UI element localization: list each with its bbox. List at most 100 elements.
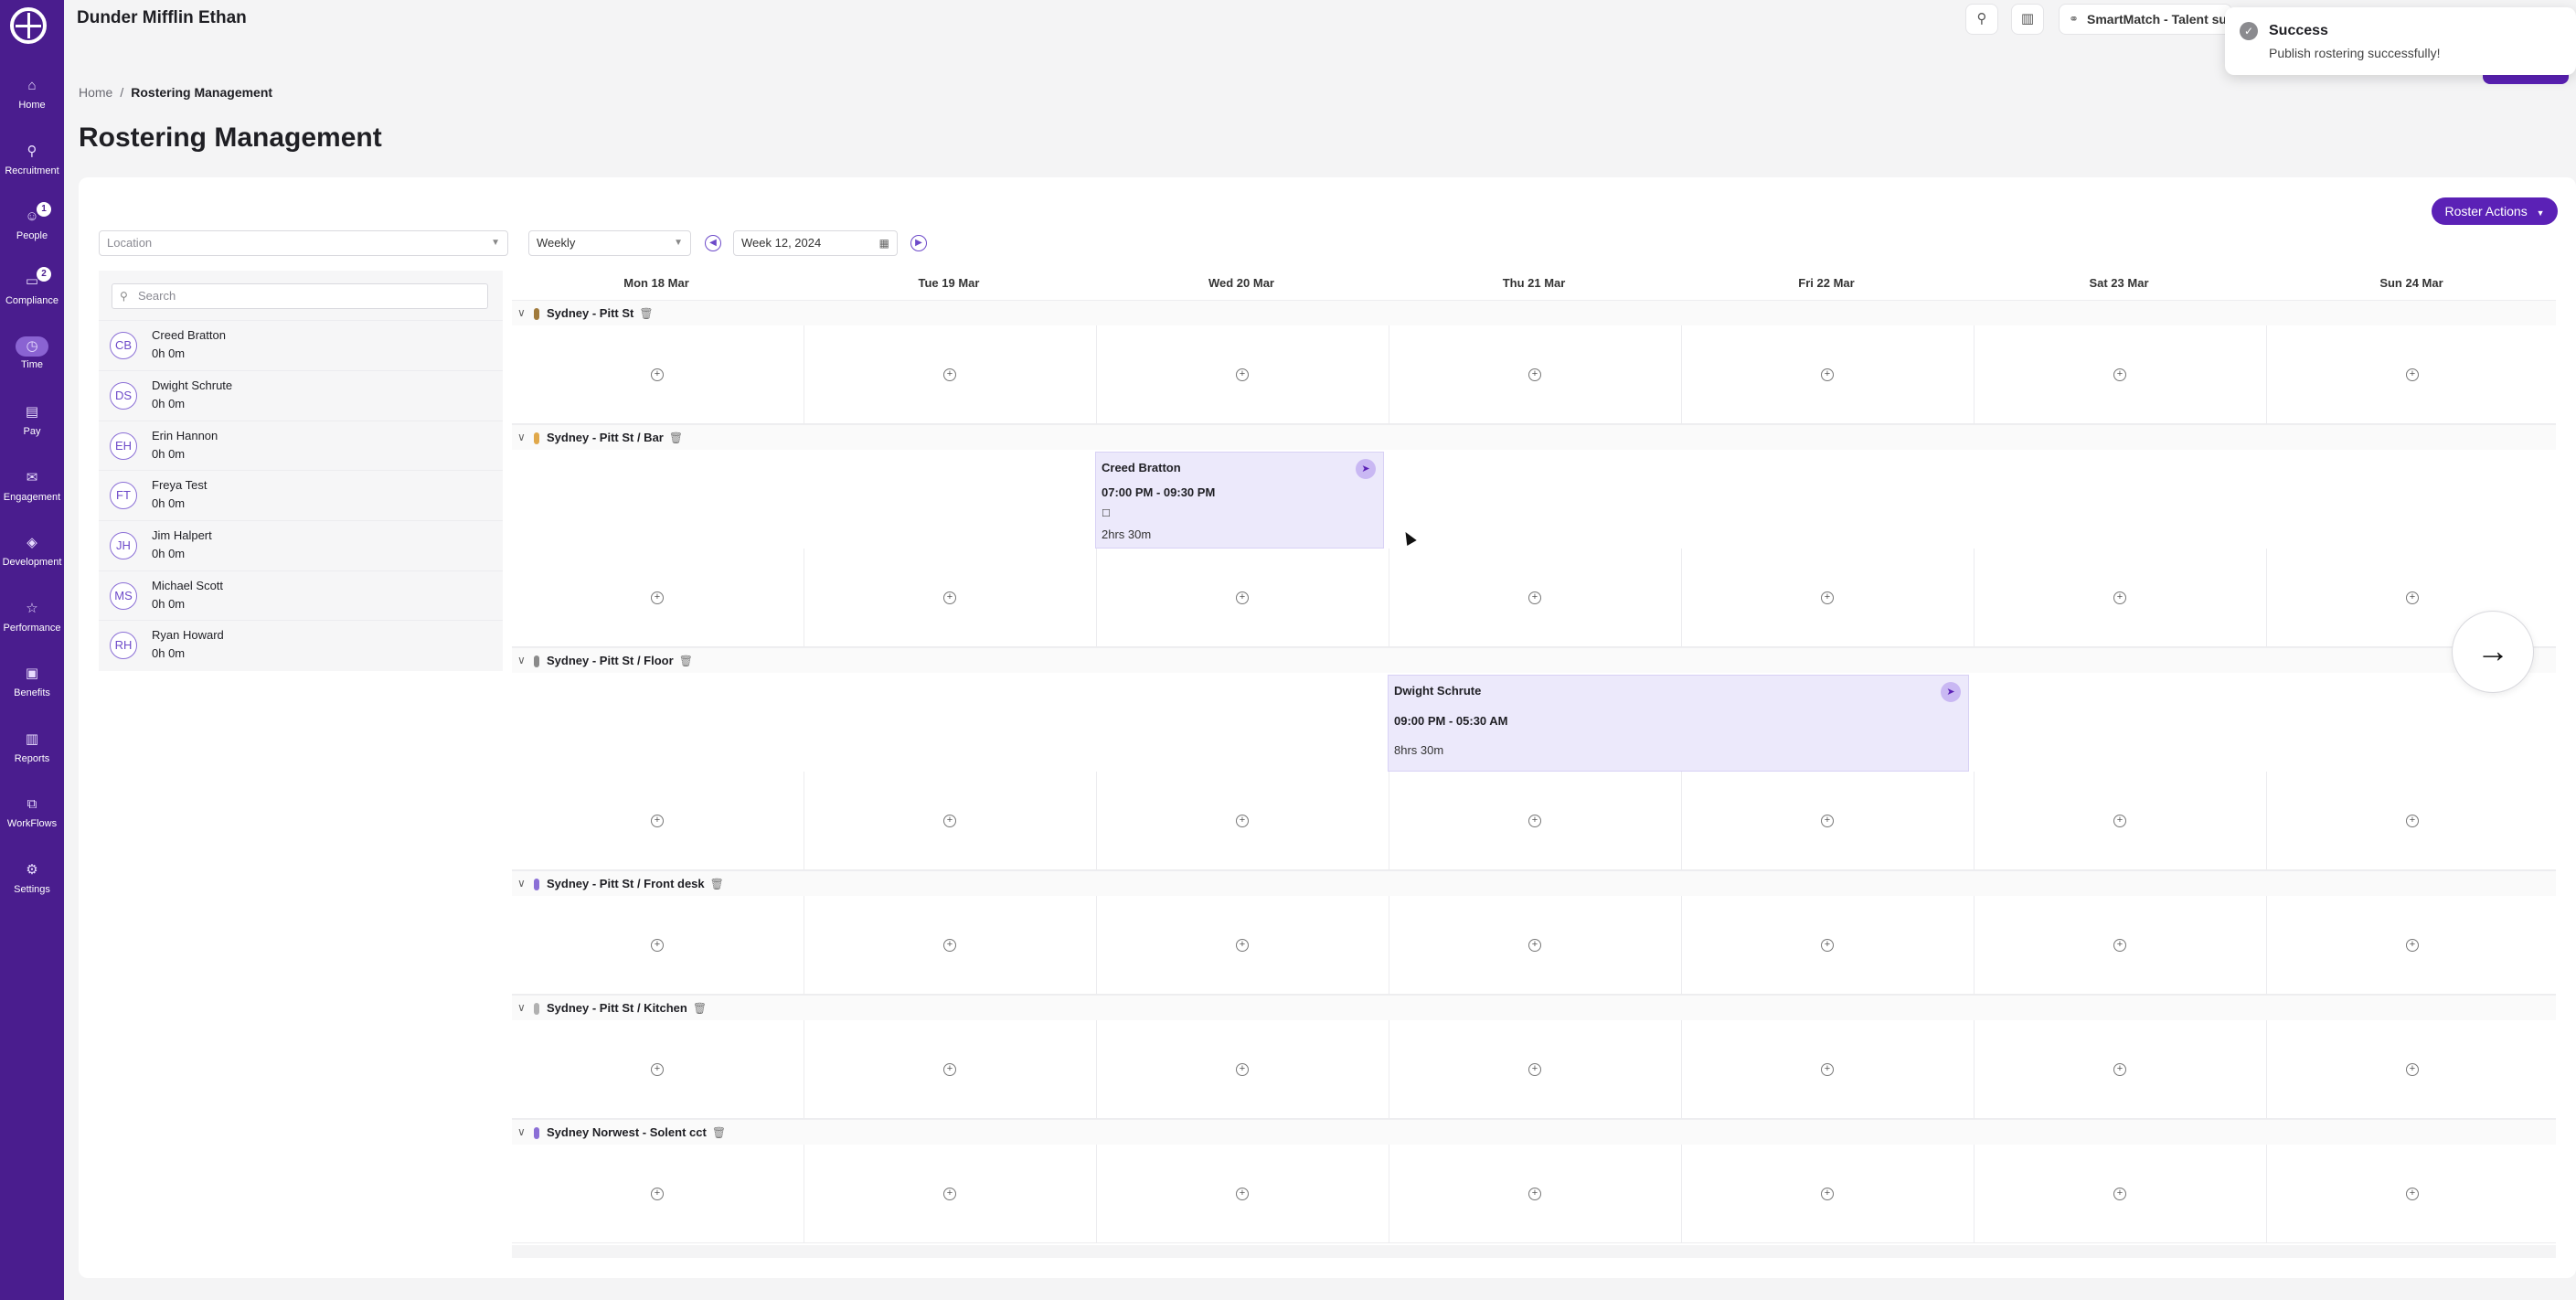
roster-actions-button[interactable]: Roster Actions ▼ [2432, 197, 2558, 225]
chevron-down-icon[interactable]: ∨ [517, 877, 526, 890]
staff-row[interactable]: RH Ryan Howard 0h 0m [99, 620, 503, 669]
section-header[interactable]: ∨ Sydney - Pitt St / Kitchen 🗑 [512, 995, 2556, 1020]
org-name[interactable]: Dunder Mifflin Ethan [77, 8, 247, 28]
roster-cell[interactable]: + [1975, 772, 2267, 869]
add-shift-icon[interactable]: + [1236, 815, 1249, 827]
roster-cell[interactable]: + [1097, 1145, 1389, 1242]
add-shift-icon[interactable]: + [2113, 939, 2126, 952]
search-button[interactable]: ⚲ [1965, 4, 1998, 35]
staff-search-input[interactable]: ⚲ Search [112, 283, 488, 309]
add-shift-icon[interactable]: + [2113, 1063, 2126, 1076]
prev-week-button[interactable]: ◀ [705, 235, 721, 251]
sidebar-item-benefits[interactable]: ▣ Benefits [0, 657, 64, 712]
roster-cell[interactable]: + [1682, 549, 1975, 646]
sidebar-item-reports[interactable]: ▥ Reports [0, 723, 64, 778]
trash-icon[interactable]: 🗑 [669, 432, 683, 444]
add-shift-icon[interactable]: + [651, 815, 664, 827]
sidebar-item-settings[interactable]: ⚙ Settings [0, 854, 64, 909]
sidebar-item-workflows[interactable]: ⧉ WorkFlows [0, 788, 64, 843]
roster-cell[interactable]: + [1097, 1020, 1389, 1118]
trash-icon[interactable]: 🗑 [710, 878, 724, 890]
week-picker[interactable]: Week 12, 2024 ▦ [733, 230, 898, 256]
sidebar-item-time[interactable]: ◷ Time [0, 331, 64, 386]
sidebar-item-engagement[interactable]: ✉ Engagement [0, 462, 64, 517]
add-shift-icon[interactable]: + [1528, 815, 1541, 827]
roster-cell[interactable]: + [512, 1145, 804, 1242]
trash-icon[interactable]: 🗑 [639, 307, 653, 320]
trash-icon[interactable]: 🗑 [679, 655, 693, 667]
sidebar-item-development[interactable]: ◈ Development [0, 527, 64, 581]
buildings-button[interactable]: ▥ [2011, 4, 2044, 35]
sidebar-item-people[interactable]: 1 ☺ People [0, 200, 64, 255]
roster-cell[interactable]: + [2267, 1145, 2556, 1242]
trash-icon[interactable]: 🗑 [693, 1002, 707, 1015]
add-shift-icon[interactable]: + [2406, 1063, 2419, 1076]
location-select[interactable]: Location ▼ [99, 230, 508, 256]
roster-cell[interactable]: + [804, 549, 1097, 646]
roster-cell[interactable]: + [1975, 1145, 2267, 1242]
sidebar-item-performance[interactable]: ☆ Performance [0, 592, 64, 647]
chevron-down-icon[interactable]: ∨ [517, 1001, 526, 1014]
breadcrumb-home[interactable]: Home [79, 85, 112, 100]
roster-cell[interactable]: + [1682, 1020, 1975, 1118]
roster-cell[interactable]: + [512, 1020, 804, 1118]
section-header[interactable]: ∨ Sydney Norwest - Solent cct 🗑 [512, 1119, 2556, 1145]
add-shift-icon[interactable]: + [1236, 1063, 1249, 1076]
view-mode-select[interactable]: Weekly ▼ [528, 230, 691, 256]
sidebar-item-recruitment[interactable]: ⚲ Recruitment [0, 135, 64, 190]
sidebar-item-home[interactable]: ⌂ Home [0, 69, 64, 124]
roster-cell[interactable]: + [804, 325, 1097, 423]
next-arrow-button[interactable]: → [2452, 611, 2534, 693]
smartmatch-button[interactable]: ⚭ SmartMatch - Talent su [2059, 4, 2232, 35]
add-shift-icon[interactable]: + [1528, 591, 1541, 604]
staff-row[interactable]: DS Dwight Schrute 0h 0m [99, 370, 503, 420]
add-shift-icon[interactable]: + [1821, 815, 1834, 827]
roster-cell[interactable]: + [1389, 772, 1682, 869]
roster-cell[interactable]: + [1097, 772, 1389, 869]
roster-cell[interactable]: + [1682, 1145, 1975, 1242]
roster-cell[interactable]: + [1389, 549, 1682, 646]
add-shift-icon[interactable]: + [1236, 939, 1249, 952]
add-shift-icon[interactable]: + [2406, 368, 2419, 381]
roster-cell[interactable]: + [512, 325, 804, 423]
section-header[interactable]: ∨ Sydney - Pitt St 🗑 [512, 300, 2556, 325]
horizontal-scrollbar[interactable] [512, 1245, 2556, 1258]
roster-cell[interactable]: + [804, 1145, 1097, 1242]
roster-cell[interactable]: + [1097, 896, 1389, 994]
chevron-down-icon[interactable]: ∨ [517, 431, 526, 443]
roster-cell[interactable]: + [804, 772, 1097, 869]
publish-icon[interactable]: ➤ [1941, 682, 1961, 702]
roster-cell[interactable]: + [1975, 325, 2267, 423]
add-shift-icon[interactable]: + [1821, 1188, 1834, 1200]
add-shift-icon[interactable]: + [1528, 1188, 1541, 1200]
roster-cell[interactable]: + [1389, 325, 1682, 423]
add-shift-icon[interactable]: + [1236, 368, 1249, 381]
add-shift-icon[interactable]: + [1236, 1188, 1249, 1200]
sidebar-item-pay[interactable]: ▤ Pay [0, 396, 64, 451]
add-shift-icon[interactable]: + [1821, 939, 1834, 952]
roster-cell[interactable]: + [1975, 896, 2267, 994]
add-shift-icon[interactable]: + [943, 939, 956, 952]
roster-cell[interactable]: + [1097, 549, 1389, 646]
roster-cell[interactable]: + [2267, 1020, 2556, 1118]
add-shift-icon[interactable]: + [1821, 1063, 1834, 1076]
add-shift-icon[interactable]: + [943, 368, 956, 381]
add-shift-icon[interactable]: + [943, 591, 956, 604]
staff-row[interactable]: EH Erin Hannon 0h 0m [99, 421, 503, 470]
roster-cell[interactable]: + [1682, 325, 1975, 423]
roster-cell[interactable]: + [512, 896, 804, 994]
add-shift-icon[interactable]: + [1528, 368, 1541, 381]
roster-cell[interactable]: + [512, 549, 804, 646]
add-shift-icon[interactable]: + [651, 1063, 664, 1076]
chevron-down-icon[interactable]: ∨ [517, 306, 526, 319]
add-shift-icon[interactable]: + [2113, 1188, 2126, 1200]
shift-card[interactable]: Creed Bratton 07:00 PM - 09:30 PM ☐ 2hrs… [1095, 452, 1384, 549]
roster-cell[interactable]: + [1389, 896, 1682, 994]
add-shift-icon[interactable]: + [1821, 368, 1834, 381]
staff-row[interactable]: MS Michael Scott 0h 0m [99, 570, 503, 620]
add-shift-icon[interactable]: + [2406, 939, 2419, 952]
section-header[interactable]: ∨ Sydney - Pitt St / Floor 🗑 [512, 647, 2556, 673]
roster-cell[interactable]: + [2267, 772, 2556, 869]
add-shift-icon[interactable]: + [943, 1063, 956, 1076]
roster-cell[interactable]: + [1389, 1145, 1682, 1242]
